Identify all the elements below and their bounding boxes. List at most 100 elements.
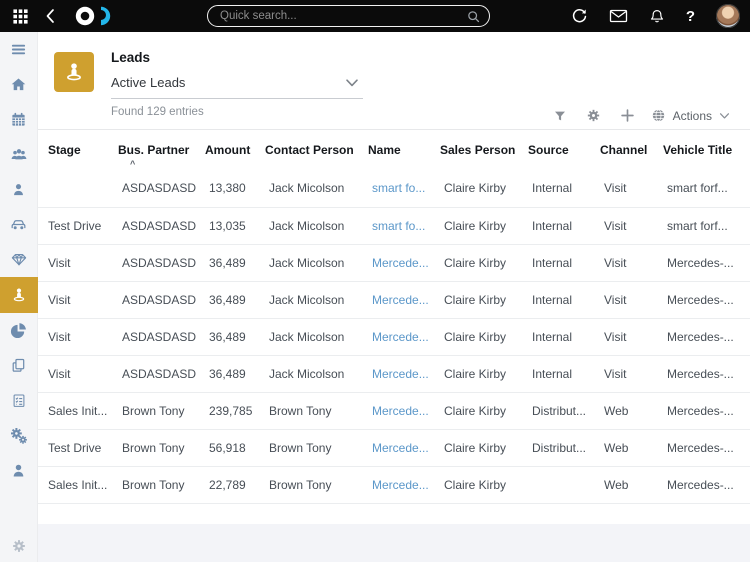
cell-contact-person: Brown Tony xyxy=(265,392,368,430)
notifications-bell-icon[interactable] xyxy=(649,8,665,25)
cell-name: smart fo... xyxy=(368,207,440,245)
view-selector[interactable]: Active Leads xyxy=(111,65,363,99)
sidebar-item-customers[interactable] xyxy=(0,137,38,172)
search-box[interactable] xyxy=(207,5,490,27)
cell-vehicle-title: Mercedes-... xyxy=(663,244,745,282)
cell-amount: 36,489 xyxy=(205,355,265,393)
user-avatar[interactable] xyxy=(716,4,740,28)
table-row[interactable]: Visit ASDASDASD 36,489 Jack Micolson Mercede… xyxy=(38,281,750,319)
back-icon[interactable] xyxy=(43,8,57,24)
name-link[interactable]: Mercede... xyxy=(372,293,429,307)
column-header-sales-person[interactable]: Sales Person xyxy=(440,129,528,170)
sidebar-item-leads[interactable] xyxy=(0,277,38,313)
column-header-name[interactable]: Name xyxy=(368,129,440,170)
cell-clipped-next-column xyxy=(745,355,750,393)
sidebar-item-home[interactable] xyxy=(0,67,38,102)
actions-menu[interactable]: Actions xyxy=(651,108,730,123)
leads-page: Leads Active Leads Found 129 entries Act… xyxy=(38,32,750,524)
name-link[interactable]: Mercede... xyxy=(372,367,429,381)
chevron-down-icon xyxy=(345,78,359,88)
app-window: ? xyxy=(0,0,750,562)
gear-icon[interactable] xyxy=(586,108,601,123)
menu-icon[interactable] xyxy=(0,32,38,67)
column-header-bus-partner[interactable]: Bus. Partner ^ xyxy=(118,129,205,170)
cell-sales-person: Claire Kirby xyxy=(440,392,528,430)
cell-sales-person: Claire Kirby xyxy=(440,466,528,504)
name-link[interactable]: Mercede... xyxy=(372,478,429,492)
sidebar-item-vehicles[interactable] xyxy=(0,207,38,242)
table-row[interactable]: Test Drive Brown Tony 56,918 Brown Tony Merc… xyxy=(38,429,750,467)
settings-gear-icon[interactable] xyxy=(0,538,38,554)
cell-vehicle-title: smart forf... xyxy=(663,207,745,245)
cell-source: Internal xyxy=(528,244,600,282)
column-header-channel[interactable]: Channel xyxy=(600,129,663,170)
cell-source xyxy=(528,466,600,504)
cell-stage: Visit xyxy=(38,244,118,282)
table-row[interactable]: Sales Init... Brown Tony 22,789 Brown Tony M… xyxy=(38,466,750,504)
cell-stage: Test Drive xyxy=(38,429,118,467)
table-row[interactable]: Visit ASDASDASD 36,489 Jack Micolson Mercede… xyxy=(38,355,750,393)
cell-bus-partner: ASDASDASD xyxy=(118,318,205,356)
add-icon[interactable] xyxy=(620,108,635,123)
cell-sales-person: Claire Kirby xyxy=(440,281,528,319)
cell-source: Internal xyxy=(528,207,600,245)
cell-source: Distribut... xyxy=(528,429,600,467)
brand-logo[interactable] xyxy=(73,4,127,28)
help-icon[interactable]: ? xyxy=(686,9,695,24)
cell-channel: Visit xyxy=(600,207,663,245)
cell-source: Distribut... xyxy=(528,392,600,430)
cell-clipped-next-column xyxy=(745,318,750,356)
sidebar xyxy=(0,32,38,562)
filter-icon[interactable] xyxy=(553,109,567,123)
cell-vehicle-title: Mercedes-... xyxy=(663,429,745,467)
mail-icon[interactable] xyxy=(609,8,628,24)
cell-amount: 36,489 xyxy=(205,318,265,356)
cell-vehicle-title: Mercedes-... xyxy=(663,281,745,319)
sidebar-item-contact[interactable] xyxy=(0,172,38,207)
sidebar-item-deals-diamond[interactable] xyxy=(0,242,38,277)
apps-grid-icon[interactable] xyxy=(12,8,29,25)
table-row[interactable]: Visit ASDASDASD 36,489 Jack Micolson Mercede… xyxy=(38,318,750,356)
name-link[interactable]: Mercede... xyxy=(372,404,429,418)
sidebar-item-automation-cogs[interactable] xyxy=(0,418,38,453)
cell-source: Internal xyxy=(528,281,600,319)
sidebar-item-duplicates[interactable] xyxy=(0,348,38,383)
cell-contact-person: Jack Micolson xyxy=(265,207,368,245)
actions-label: Actions xyxy=(672,108,712,123)
column-header-vehicle-title[interactable]: Vehicle Title xyxy=(663,129,745,170)
column-header-amount[interactable]: Amount xyxy=(205,129,265,170)
cell-bus-partner: Brown Tony xyxy=(118,392,205,430)
table-row[interactable]: Visit ASDASDASD 36,489 Jack Micolson Mercede… xyxy=(38,244,750,282)
search-input[interactable] xyxy=(220,10,466,22)
table-row[interactable]: ASDASDASD 13,380 Jack Micolson smart fo... C… xyxy=(38,170,750,208)
toolbar: Actions xyxy=(534,108,730,123)
sidebar-item-tasks-checklist[interactable] xyxy=(0,383,38,418)
cell-amount: 36,489 xyxy=(205,244,265,282)
name-link[interactable]: Mercede... xyxy=(372,256,429,270)
column-header-source[interactable]: Source xyxy=(528,129,600,170)
column-header-contact-person[interactable]: Contact Person xyxy=(265,129,368,170)
sidebar-item-calendar[interactable] xyxy=(0,102,38,137)
cell-clipped-next-column xyxy=(745,429,750,467)
refresh-icon[interactable] xyxy=(571,8,588,25)
cell-channel: Web xyxy=(600,429,663,467)
name-link[interactable]: smart fo... xyxy=(372,181,425,195)
cell-name: Mercede... xyxy=(368,281,440,319)
column-header-stage[interactable]: Stage xyxy=(38,129,118,170)
name-link[interactable]: smart fo... xyxy=(372,219,425,233)
cell-stage: Sales Init... xyxy=(38,392,118,430)
cell-contact-person: Jack Micolson xyxy=(265,281,368,319)
table-row[interactable]: Test Drive ASDASDASD 13,035 Jack Micolson sm… xyxy=(38,207,750,245)
sidebar-item-users[interactable] xyxy=(0,453,38,488)
cell-amount: 36,489 xyxy=(205,281,265,319)
cell-channel: Visit xyxy=(600,318,663,356)
cell-channel: Web xyxy=(600,466,663,504)
sort-asc-indicator: ^ xyxy=(130,159,136,169)
name-link[interactable]: Mercede... xyxy=(372,330,429,344)
cell-vehicle-title: smart forf... xyxy=(663,170,745,208)
table-row[interactable]: Sales Init... Brown Tony 239,785 Brown Tony… xyxy=(38,392,750,430)
name-link[interactable]: Mercede... xyxy=(372,441,429,455)
result-count: Found 129 entries xyxy=(111,106,204,118)
cell-name: smart fo... xyxy=(368,170,440,208)
sidebar-item-reports-pie[interactable] xyxy=(0,313,38,348)
